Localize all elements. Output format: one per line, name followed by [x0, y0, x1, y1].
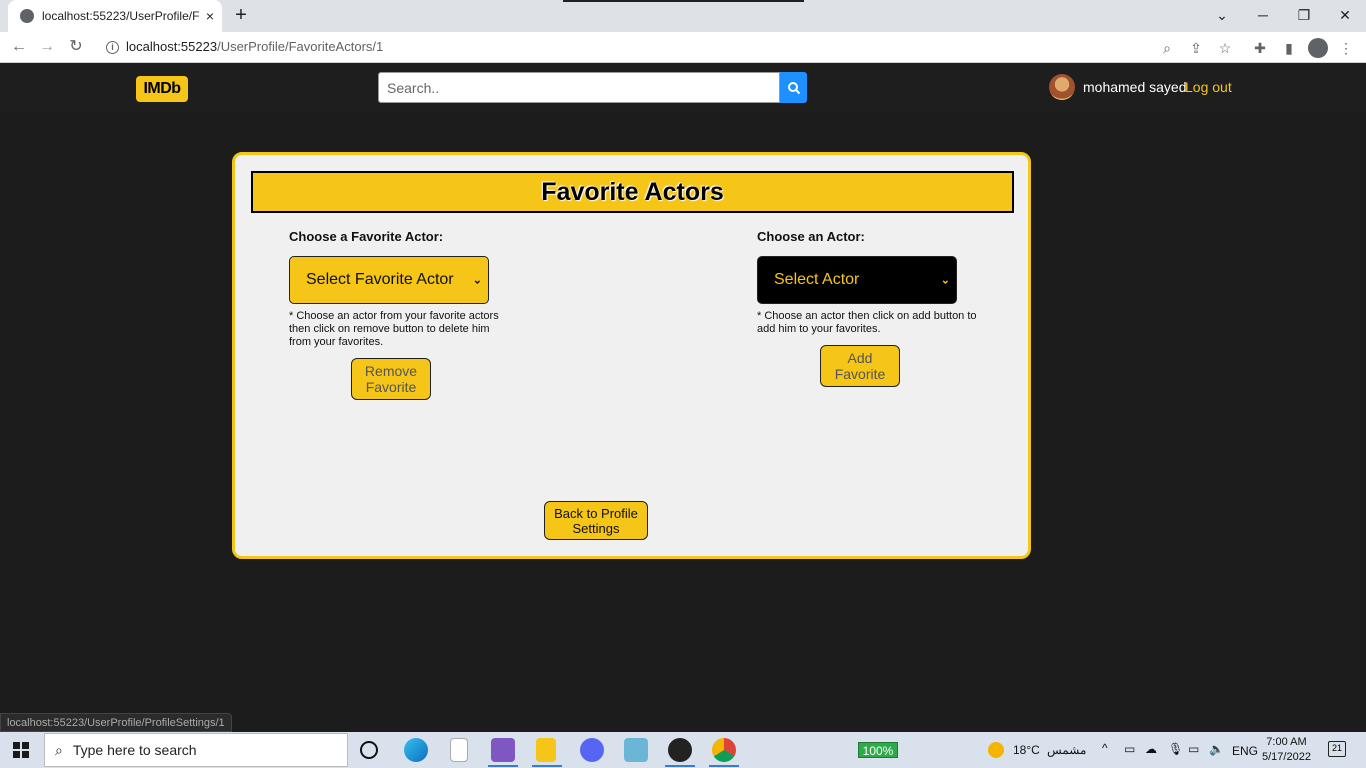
search-input[interactable]	[378, 72, 780, 103]
discord-icon[interactable]	[580, 738, 604, 762]
notifications-icon[interactable]: 21	[1328, 741, 1346, 757]
temperature[interactable]: 18°C	[1013, 743, 1040, 757]
site-info-icon[interactable]: i	[106, 41, 119, 54]
chrome-icon[interactable]	[712, 738, 736, 762]
volume-icon[interactable]: 🔈	[1209, 742, 1224, 756]
chevron-down-icon: ⌄	[472, 274, 482, 287]
globe-icon	[20, 9, 34, 23]
minimize-button[interactable]: ─	[1246, 4, 1280, 26]
share-icon[interactable]: ⇪	[1186, 38, 1206, 58]
cloud-icon[interactable]: ☁	[1145, 742, 1157, 756]
recorder-icon[interactable]	[668, 738, 692, 762]
remove-hint-line: then click on remove button to delete hi…	[289, 323, 490, 335]
favorite-actors-card: Favorite Actors Choose a Favorite Actor:…	[232, 152, 1031, 559]
taskbar-search-box[interactable]: ⌕ Type here to search	[44, 733, 348, 767]
active-app-indicator	[488, 765, 518, 767]
profile-icon[interactable]	[1308, 38, 1328, 58]
language-indicator[interactable]: ENG	[1232, 744, 1258, 758]
actor-label: Choose an Actor:	[757, 229, 865, 244]
extensions-icon[interactable]: ✚	[1250, 38, 1270, 58]
chevron-up-icon[interactable]: ^	[1102, 741, 1108, 755]
favorite-actor-select-value: Select Favorite Actor	[306, 271, 454, 288]
active-app-indicator	[709, 765, 739, 767]
button-label: Remove	[364, 363, 418, 379]
tab-search-button[interactable]: ⌄	[1205, 4, 1239, 26]
reload-icon[interactable]: ↻	[65, 36, 87, 58]
search-button[interactable]	[780, 72, 807, 103]
username[interactable]: mohamed sayed	[1083, 79, 1187, 95]
clock[interactable]: 7:00 AM 5/17/2022	[1262, 735, 1311, 765]
link-status-bubble: localhost:55223/UserProfile/ProfileSetti…	[0, 713, 232, 732]
browser-tabstrip: localhost:55223/UserProfile/Favo × + ⌄ ─…	[0, 0, 1366, 32]
side-panel-icon[interactable]: ▮	[1279, 38, 1299, 58]
favorite-actor-label: Choose a Favorite Actor:	[289, 229, 444, 244]
chevron-down-icon: ⌄	[940, 274, 950, 287]
new-tab-button[interactable]: +	[230, 4, 252, 26]
file-icon[interactable]	[450, 738, 468, 762]
battery-indicator[interactable]: 100%	[858, 742, 898, 758]
avatar[interactable]	[1049, 74, 1075, 100]
taskbar-search-placeholder: Type here to search	[72, 742, 197, 758]
button-label: Add	[847, 350, 873, 366]
actor-select-value: Select Actor	[774, 271, 860, 288]
button-label: Favorite	[834, 366, 886, 382]
windows-start-icon[interactable]	[13, 742, 29, 758]
button-label: Back to Profile	[554, 505, 638, 521]
browser-toolbar: ← → ↻ i localhost:55223/UserProfile/Favo…	[0, 32, 1366, 63]
battery-icon[interactable]: ▭	[1124, 742, 1135, 756]
zoom-icon[interactable]: ⌕	[1157, 38, 1177, 58]
search-icon	[787, 81, 800, 94]
logout-link[interactable]: Log out	[1185, 79, 1232, 95]
add-hint: * Choose an actor then click on add butt…	[757, 310, 977, 336]
date: 5/17/2022	[1262, 751, 1311, 763]
network-icon[interactable]: ▭	[1188, 742, 1199, 756]
restore-button[interactable]: ❐	[1287, 4, 1321, 26]
bookmark-star-icon[interactable]: ☆	[1215, 38, 1235, 58]
add-favorite-button[interactable]: Add Favorite	[820, 345, 900, 387]
remove-hint: * Choose an actor from your favorite act…	[289, 310, 499, 349]
search-icon: ⌕	[55, 741, 63, 758]
windows-taskbar: ⌕ Type here to search 100% 18°C مشمس ^ ▭…	[0, 732, 1366, 768]
tab-close-icon[interactable]: ×	[206, 8, 214, 24]
button-label: Favorite	[365, 379, 417, 395]
button-label: Settings	[572, 520, 620, 536]
app-icon[interactable]	[624, 738, 648, 762]
file-explorer-icon[interactable]	[536, 738, 556, 762]
page-title: Favorite Actors	[251, 171, 1014, 213]
task-view-icon[interactable]	[360, 741, 378, 759]
add-hint-line: * Choose an actor then click on add butt…	[757, 310, 977, 322]
browser-tab[interactable]: localhost:55223/UserProfile/Favo ×	[8, 0, 222, 32]
weather-text[interactable]: مشمس	[1047, 743, 1086, 757]
site-header: IMDb mohamed sayed Log out	[0, 63, 1366, 112]
menu-kebab-icon[interactable]: ⋮	[1336, 38, 1356, 58]
remove-hint-line: from your favorites.	[289, 336, 384, 348]
visual-studio-icon[interactable]	[491, 738, 515, 762]
actor-select[interactable]: Select Actor ⌄	[757, 256, 957, 304]
back-to-profile-settings-button[interactable]: Back to Profile Settings	[544, 501, 648, 540]
close-window-button[interactable]: ✕	[1328, 4, 1362, 26]
window-drag-indicator	[563, 0, 804, 2]
sun-icon	[988, 742, 1004, 758]
active-app-indicator	[665, 765, 695, 767]
url-host: localhost:55223	[126, 39, 218, 54]
time: 7:00 AM	[1266, 736, 1307, 748]
edge-icon[interactable]	[404, 738, 428, 762]
back-arrow-icon[interactable]: ←	[8, 36, 30, 58]
microphone-icon[interactable]: 🎙	[1168, 742, 1183, 756]
url-path: /UserProfile/FavoriteActors/1	[217, 39, 384, 54]
active-app-indicator	[532, 765, 562, 767]
add-hint-line: add him to your favorites.	[757, 323, 881, 335]
remove-hint-line: * Choose an actor from your favorite act…	[289, 310, 499, 322]
imdb-logo[interactable]: IMDb	[136, 76, 188, 102]
remove-favorite-button[interactable]: Remove Favorite	[351, 358, 431, 400]
tab-title: localhost:55223/UserProfile/Favo	[42, 9, 200, 23]
forward-arrow-icon[interactable]: →	[36, 36, 58, 58]
address-bar[interactable]: localhost:55223/UserProfile/FavoriteActo…	[126, 39, 383, 54]
favorite-actor-select[interactable]: Select Favorite Actor ⌄	[289, 256, 489, 304]
